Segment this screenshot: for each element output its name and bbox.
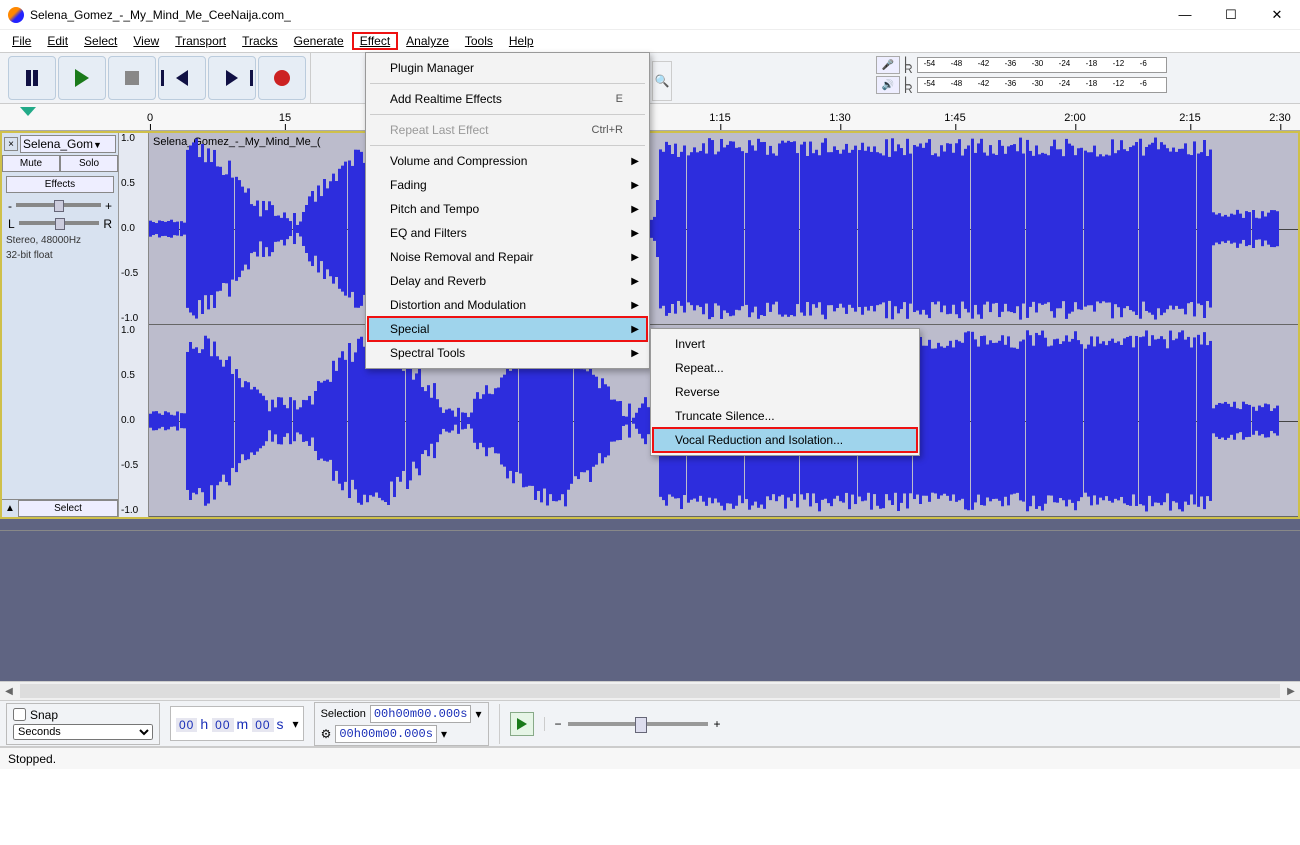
- play-at-speed-button[interactable]: [510, 712, 534, 736]
- gain-slider[interactable]: -+: [8, 199, 112, 213]
- timeline-ruler[interactable]: 0 15 1:15 1:30 1:45 2:00 2:15 2:30: [0, 104, 1300, 131]
- menu-file[interactable]: File: [4, 32, 39, 50]
- time-display[interactable]: 00h00m00s ▾: [170, 706, 304, 741]
- zoom-icon[interactable]: 🔍: [652, 61, 672, 101]
- window-title: Selena_Gomez_-_My_Mind_Me_CeeNaija.com_: [30, 8, 1162, 22]
- menu-item[interactable]: Plugin Manager: [368, 56, 647, 80]
- submenu-item[interactable]: Invert: [653, 332, 917, 356]
- menu-effect[interactable]: Effect: [352, 32, 398, 50]
- mic-icon: 🎤: [876, 56, 900, 74]
- selection-panel: Selection 00h00m00.000s▾ ⚙ 00h00m00.000s…: [314, 702, 489, 746]
- time-dropdown-icon[interactable]: ▾: [293, 717, 299, 731]
- play-meter[interactable]: 🔊 LR -54-48-42-36-30-24-18-12-6: [876, 76, 1167, 94]
- record-button[interactable]: [258, 56, 306, 100]
- menu-transport[interactable]: Transport: [167, 32, 234, 50]
- menu-select[interactable]: Select: [76, 32, 125, 50]
- menu-analyze[interactable]: Analyze: [398, 32, 457, 50]
- waveform-area[interactable]: Selena_Gomez_-_My_Mind_Me_(: [149, 133, 1298, 517]
- mute-button[interactable]: Mute: [2, 155, 60, 172]
- menu-item[interactable]: Delay and Reverb▶: [368, 269, 647, 293]
- snap-panel: Snap Seconds: [6, 703, 160, 745]
- snap-checkbox[interactable]: Snap: [13, 708, 153, 722]
- ruler-tick: 15: [279, 112, 291, 124]
- play-button[interactable]: [58, 56, 106, 100]
- stop-button[interactable]: [108, 56, 156, 100]
- meter-lr: LR: [904, 57, 913, 73]
- track-control-panel: × Selena_Gom▼ Mute Solo Effects -+ LR St…: [2, 133, 119, 517]
- speed-minus: −: [555, 717, 562, 731]
- app-logo-icon: [8, 7, 24, 23]
- menu-edit[interactable]: Edit: [39, 32, 76, 50]
- selection-end-field[interactable]: 00h00m00.000s: [335, 725, 437, 743]
- selection-label: Selection: [321, 708, 366, 720]
- ruler-tick: 1:15: [709, 112, 730, 124]
- speaker-small-icon: 🔊: [876, 76, 900, 94]
- titlebar: Selena_Gomez_-_My_Mind_Me_CeeNaija.com_ …: [0, 0, 1300, 30]
- scroll-thumb[interactable]: [20, 684, 1280, 698]
- playhead-icon[interactable]: [20, 107, 38, 125]
- skip-start-button[interactable]: [158, 56, 206, 100]
- skip-end-button[interactable]: [208, 56, 256, 100]
- special-submenu: InvertRepeat...ReverseTruncate Silence..…: [650, 328, 920, 456]
- menu-tools[interactable]: Tools: [457, 32, 501, 50]
- track-close-button[interactable]: ×: [4, 137, 18, 151]
- vertical-scale: 1.00.50.0-0.5-1.01.00.50.0-0.5-1.0: [119, 133, 149, 517]
- sel-end-dd[interactable]: ▾: [441, 727, 447, 741]
- pan-slider[interactable]: LR: [8, 217, 112, 231]
- menu-item[interactable]: Spectral Tools▶: [368, 341, 647, 365]
- menu-item[interactable]: Repeat Last EffectCtrl+R: [368, 118, 647, 142]
- menu-item[interactable]: Fading▶: [368, 173, 647, 197]
- menu-generate[interactable]: Generate: [286, 32, 352, 50]
- menu-item[interactable]: Distortion and Modulation▶: [368, 293, 647, 317]
- ruler-tick: 0: [147, 112, 153, 124]
- track-name-dropdown[interactable]: Selena_Gom▼: [20, 135, 116, 153]
- minimize-button[interactable]: —: [1162, 0, 1208, 30]
- track-depth-label: 32-bit float: [2, 248, 118, 263]
- play-meter-ruler: -54-48-42-36-30-24-18-12-6: [917, 77, 1167, 93]
- ruler-tick: 2:15: [1179, 112, 1200, 124]
- submenu-item[interactable]: Repeat...: [653, 356, 917, 380]
- track-format-label: Stereo, 48000Hz: [2, 233, 118, 248]
- collapse-icon[interactable]: ▲: [2, 503, 18, 514]
- ruler-tick: 1:30: [829, 112, 850, 124]
- track-select-button[interactable]: Select: [18, 500, 118, 517]
- menu-item[interactable]: Special▶: [368, 317, 647, 341]
- sel-start-dd[interactable]: ▾: [475, 707, 481, 721]
- submenu-item[interactable]: Reverse: [653, 380, 917, 404]
- ruler-tick: 2:30: [1269, 112, 1290, 124]
- menu-help[interactable]: Help: [501, 32, 542, 50]
- status-text: Stopped.: [8, 752, 56, 766]
- gear-icon[interactable]: ⚙: [321, 727, 332, 741]
- ruler-tick: 1:45: [944, 112, 965, 124]
- menu-item[interactable]: Add Realtime EffectsE: [368, 87, 647, 111]
- submenu-item[interactable]: Vocal Reduction and Isolation...: [653, 428, 917, 452]
- effect-menu-dropdown: Plugin Manager Add Realtime EffectsE Repea…: [365, 52, 650, 369]
- solo-button[interactable]: Solo: [60, 155, 118, 172]
- scroll-left-icon[interactable]: ◀: [0, 686, 18, 697]
- record-meter[interactable]: 🎤 LR -54-48-42-36-30-24-18-12-6: [876, 56, 1167, 74]
- menu-item[interactable]: EQ and Filters▶: [368, 221, 647, 245]
- menu-item[interactable]: Volume and Compression▶: [368, 149, 647, 173]
- scroll-right-icon[interactable]: ▶: [1282, 686, 1300, 697]
- effects-button[interactable]: Effects: [6, 176, 114, 193]
- maximize-button[interactable]: ☐: [1208, 0, 1254, 30]
- menu-view[interactable]: View: [125, 32, 167, 50]
- track-row: × Selena_Gom▼ Mute Solo Effects -+ LR St…: [0, 131, 1300, 519]
- menu-tracks[interactable]: Tracks: [234, 32, 286, 50]
- submenu-item[interactable]: Truncate Silence...: [653, 404, 917, 428]
- selection-start-field[interactable]: 00h00m00.000s: [370, 705, 472, 723]
- menu-item[interactable]: Pitch and Tempo▶: [368, 197, 647, 221]
- ruler-tick: 2:00: [1064, 112, 1085, 124]
- toolbar: 🔍 ▾ Audio Setup Share Audio 🎤 LR -54-48-…: [0, 52, 1300, 104]
- waveform-channel-left[interactable]: Selena_Gomez_-_My_Mind_Me_(: [149, 133, 1298, 325]
- pause-button[interactable]: [8, 56, 56, 100]
- menu-item[interactable]: Noise Removal and Repair▶: [368, 245, 647, 269]
- menubar: File Edit Select View Transport Tracks G…: [0, 30, 1300, 52]
- record-meter-ruler: -54-48-42-36-30-24-18-12-6: [917, 57, 1167, 73]
- close-button[interactable]: ✕: [1254, 0, 1300, 30]
- meter-lr-2: LR: [904, 77, 913, 93]
- snap-units-select[interactable]: Seconds: [13, 724, 153, 740]
